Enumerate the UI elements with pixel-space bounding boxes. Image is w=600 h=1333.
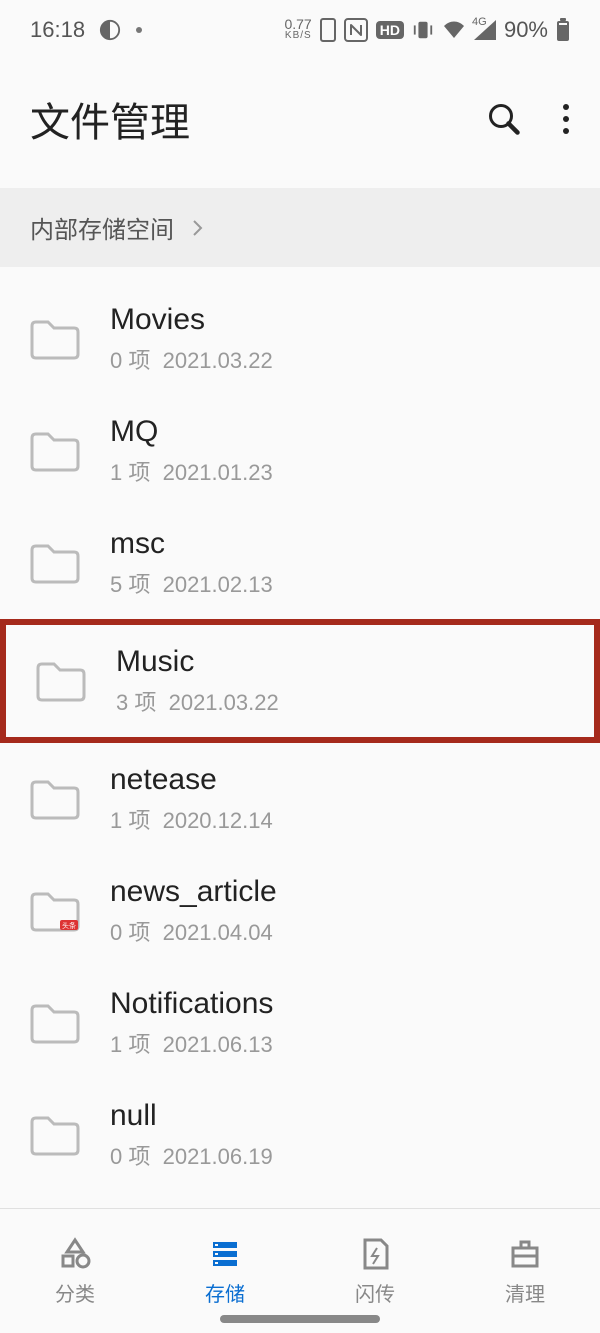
page-title: 文件管理 bbox=[30, 90, 190, 148]
more-button[interactable] bbox=[562, 101, 570, 137]
folder-row[interactable]: Music 3 项 2021.03.22 bbox=[0, 619, 600, 743]
breadcrumb[interactable]: 内部存储空间 bbox=[0, 188, 600, 267]
folder-list: Movies 0 项 2021.03.22 MQ 1 项 2021.01.23 … bbox=[0, 267, 600, 1191]
dot-icon bbox=[135, 26, 143, 34]
folder-name: Movies bbox=[110, 303, 273, 337]
svg-text:头条: 头条 bbox=[62, 921, 76, 930]
folder-meta: 1 项 2021.06.13 bbox=[110, 1027, 273, 1059]
folder-row[interactable]: null 0 项 2021.06.19 bbox=[0, 1079, 600, 1191]
nav-tab[interactable]: 清理 bbox=[450, 1209, 600, 1333]
globe-icon bbox=[99, 19, 121, 41]
folder-icon bbox=[30, 318, 80, 360]
vibrate-icon bbox=[412, 19, 434, 41]
nfc-icon bbox=[344, 18, 368, 42]
folder-name: null bbox=[110, 1099, 273, 1133]
nav-tab-icon bbox=[507, 1236, 543, 1272]
folder-meta: 3 项 2021.03.22 bbox=[116, 685, 279, 717]
phone-icon bbox=[320, 18, 336, 42]
folder-row[interactable]: Movies 0 项 2021.03.22 bbox=[0, 283, 600, 395]
signal-icon: 4G bbox=[474, 20, 496, 40]
more-vertical-icon bbox=[562, 101, 570, 137]
app-header: 文件管理 bbox=[0, 60, 600, 188]
folder-icon bbox=[30, 542, 80, 584]
folder-icon bbox=[30, 1002, 80, 1044]
battery-percent: 90% bbox=[504, 17, 548, 43]
folder-row[interactable]: 头条 news_article 0 项 2021.04.04 bbox=[0, 855, 600, 967]
folder-name: Music bbox=[116, 645, 279, 679]
chevron-right-icon bbox=[192, 219, 204, 237]
folder-icon bbox=[36, 660, 86, 702]
wifi-icon bbox=[442, 20, 466, 40]
nav-tab-label: 闪传 bbox=[355, 1278, 395, 1307]
folder-meta: 0 项 2021.04.04 bbox=[110, 915, 277, 947]
nav-tab-label: 清理 bbox=[505, 1278, 545, 1307]
home-indicator bbox=[220, 1315, 380, 1323]
status-bar: 16:18 0.77 KB/S HD 4G 90% bbox=[0, 0, 600, 60]
battery-icon bbox=[556, 18, 570, 42]
folder-name: netease bbox=[110, 763, 273, 797]
nav-tab[interactable]: 分类 bbox=[0, 1209, 150, 1333]
folder-meta: 5 项 2021.02.13 bbox=[110, 567, 273, 599]
folder-meta: 1 项 2020.12.14 bbox=[110, 803, 273, 835]
folder-name: MQ bbox=[110, 415, 273, 449]
folder-row[interactable]: Notifications 1 项 2021.06.13 bbox=[0, 967, 600, 1079]
folder-name: msc bbox=[110, 527, 273, 561]
net-speed: 0.77 KB/S bbox=[284, 18, 311, 42]
folder-row[interactable]: netease 1 项 2020.12.14 bbox=[0, 743, 600, 855]
folder-row[interactable]: MQ 1 项 2021.01.23 bbox=[0, 395, 600, 507]
folder-icon: 头条 bbox=[30, 890, 80, 932]
breadcrumb-root: 内部存储空间 bbox=[30, 210, 174, 245]
nav-tab-icon bbox=[357, 1236, 393, 1272]
nav-tab-label: 分类 bbox=[55, 1278, 95, 1307]
folder-name: Notifications bbox=[110, 987, 273, 1021]
folder-icon bbox=[30, 430, 80, 472]
nav-tab-icon bbox=[57, 1236, 93, 1272]
folder-name: news_article bbox=[110, 875, 277, 909]
folder-meta: 0 项 2021.06.19 bbox=[110, 1139, 273, 1171]
folder-meta: 1 项 2021.01.23 bbox=[110, 455, 273, 487]
search-icon bbox=[486, 101, 522, 137]
folder-meta: 0 项 2021.03.22 bbox=[110, 343, 273, 375]
folder-icon bbox=[30, 1114, 80, 1156]
status-time: 16:18 bbox=[30, 17, 85, 43]
hd-badge: HD bbox=[376, 21, 404, 39]
folder-row[interactable]: msc 5 项 2021.02.13 bbox=[0, 507, 600, 619]
folder-icon bbox=[30, 778, 80, 820]
nav-tab-icon bbox=[207, 1236, 243, 1272]
nav-tab-label: 存储 bbox=[205, 1278, 245, 1307]
search-button[interactable] bbox=[486, 101, 522, 137]
